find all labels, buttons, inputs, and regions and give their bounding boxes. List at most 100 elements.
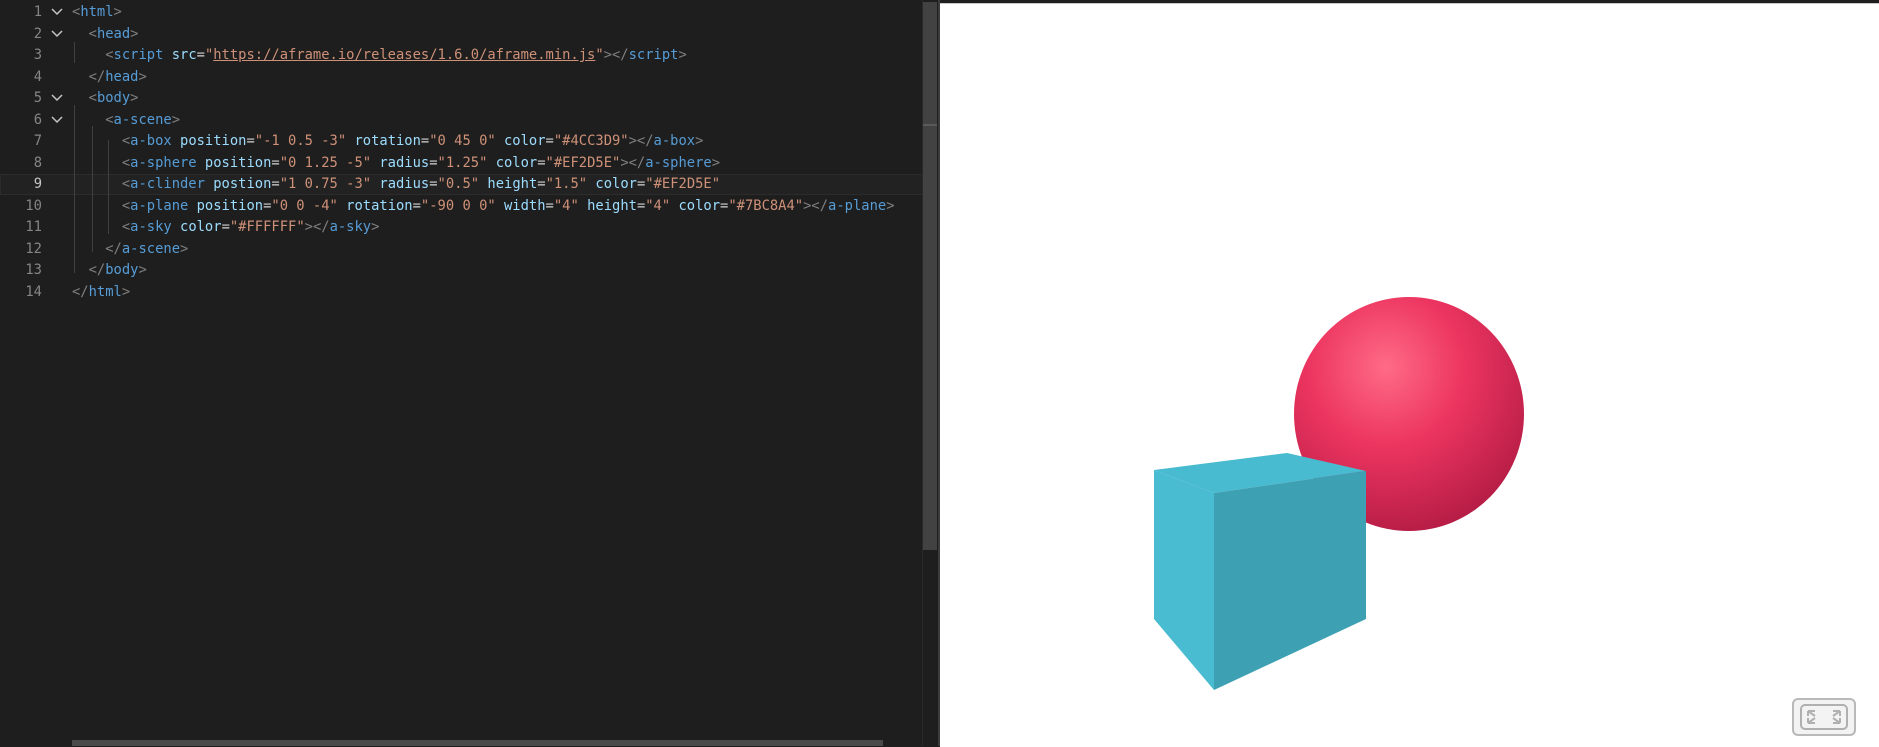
code-token: a-scene (113, 111, 172, 128)
code-token: ></ (803, 197, 829, 214)
scene-canvas[interactable] (940, 4, 1879, 747)
code-token: = (545, 133, 554, 149)
code-token: "#4CC3D9" (553, 133, 629, 149)
code-text[interactable]: <head> (72, 24, 139, 45)
code-token: a-plane (130, 197, 189, 214)
scrollbar-cursor-marker (923, 124, 937, 126)
code-token: ></ (628, 133, 654, 149)
code-text[interactable]: <a-plane position="0 0 -4" rotation="-90… (72, 196, 895, 217)
line-number: 5 (33, 90, 42, 106)
fold-chevron-icon[interactable] (50, 88, 66, 109)
code-token: "4" (553, 197, 579, 214)
code-token: > (371, 219, 380, 235)
fold-chevron-icon[interactable] (50, 110, 66, 131)
code-token: > (113, 4, 122, 20)
code-token: a-sphere (130, 154, 197, 171)
line-number: 4 (33, 68, 42, 85)
code-token: = (412, 197, 421, 214)
code-text[interactable]: <a-scene> (72, 110, 180, 131)
box-right-face[interactable] (1214, 471, 1366, 690)
horizontal-scrollbar-thumb[interactable] (72, 740, 883, 746)
code-token: "0.5" (437, 176, 480, 192)
code-line[interactable]: 11 <a-sky color="#FFFFFF"></a-sky> (0, 217, 928, 238)
code-token: </ (72, 283, 89, 300)
code-token: rotation (354, 133, 421, 149)
code-line[interactable]: 4 </head> (0, 67, 928, 88)
code-token: = (636, 197, 646, 214)
code-token: < (88, 90, 97, 106)
code-token: a-clinder (130, 176, 205, 192)
code-token: < (121, 197, 131, 214)
code-token: < (105, 111, 114, 128)
code-token: width (504, 197, 546, 214)
code-line[interactable]: 3 <script src="https://aframe.io/release… (0, 45, 928, 66)
code-line[interactable]: 10 <a-plane position="0 0 -4" rotation="… (0, 196, 928, 217)
code-text[interactable]: <a-clinder postion="1 0.75 -3" radius="0… (72, 174, 720, 195)
code-token: = (545, 197, 554, 214)
code-token: "1.25" (437, 154, 488, 171)
code-token: color (495, 154, 538, 171)
code-token: > (695, 133, 704, 149)
code-token: < (105, 47, 114, 63)
code-token: > (678, 47, 687, 63)
code-text[interactable]: </head> (72, 67, 147, 88)
enter-vr-button[interactable] (1792, 698, 1856, 736)
code-token: > (138, 262, 147, 278)
scene-preview[interactable] (940, 3, 1879, 747)
code-line[interactable]: 1 <html> (0, 2, 928, 23)
code-text[interactable]: </a-scene> (72, 239, 188, 260)
fold-chevron-icon[interactable] (50, 24, 66, 45)
code-line[interactable]: 14 </html> (0, 282, 928, 303)
code-token: > (130, 25, 139, 42)
code-line[interactable]: 7 <a-box position="-1 0.5 -3" rotation="… (0, 131, 928, 152)
code-text[interactable]: </html> (72, 282, 130, 303)
code-token: "1.5" (545, 176, 588, 192)
code-token: "1 0.75 -3" (279, 176, 372, 192)
code-line[interactable]: 13 </body> (0, 260, 928, 281)
code-link[interactable]: https://aframe.io/releases/1.6.0/aframe.… (213, 47, 595, 63)
vertical-scrollbar-thumb[interactable] (923, 2, 937, 550)
code-token: color (595, 176, 637, 192)
code-text[interactable]: <a-sphere position="0 1.25 -5" radius="1… (72, 153, 720, 174)
line-number: 2 (33, 25, 42, 42)
code-line[interactable]: 8 <a-sphere position="0 1.25 -5" radius=… (0, 153, 928, 174)
code-token: script (113, 47, 164, 63)
code-token: </ (88, 262, 106, 278)
code-line[interactable]: 9 <a-clinder postion="1 0.75 -3" radius=… (0, 174, 928, 195)
code-token: html (80, 4, 114, 20)
code-line[interactable]: 6 <a-scene> (0, 110, 928, 131)
box-front-face[interactable] (1154, 470, 1214, 690)
code-line[interactable]: 2 <head> (0, 24, 928, 45)
line-number: 14 (25, 283, 42, 300)
code-token: > (130, 90, 139, 106)
code-text[interactable]: </body> (72, 260, 147, 281)
code-text[interactable]: <a-sky color="#FFFFFF"></a-sky> (72, 217, 380, 238)
code-line[interactable]: 12 </a-scene> (0, 239, 928, 260)
code-line[interactable]: 5 <body> (0, 88, 928, 109)
code-token: "#FFFFFF" (229, 219, 305, 235)
code-token: height (487, 176, 538, 192)
code-editor[interactable]: 1 <html> 2 <head> 3 <script src="https://af… (0, 0, 938, 746)
code-token: color (678, 197, 721, 214)
code-text[interactable]: <a-box position="-1 0.5 -3" rotation="0 … (72, 131, 704, 152)
code-token: = (537, 154, 546, 171)
code-token: head (105, 68, 139, 85)
code-token: > (180, 240, 189, 257)
code-token: a-sphere (645, 154, 712, 171)
code-token: a-box (653, 133, 696, 149)
code-text[interactable]: <html> (72, 2, 122, 23)
code-token: a-box (130, 133, 172, 149)
fold-chevron-icon[interactable] (50, 2, 66, 23)
code-text[interactable]: <script src="https://aframe.io/releases/… (72, 45, 687, 66)
code-text[interactable]: <body> (72, 88, 139, 109)
code-token: color (180, 219, 222, 235)
